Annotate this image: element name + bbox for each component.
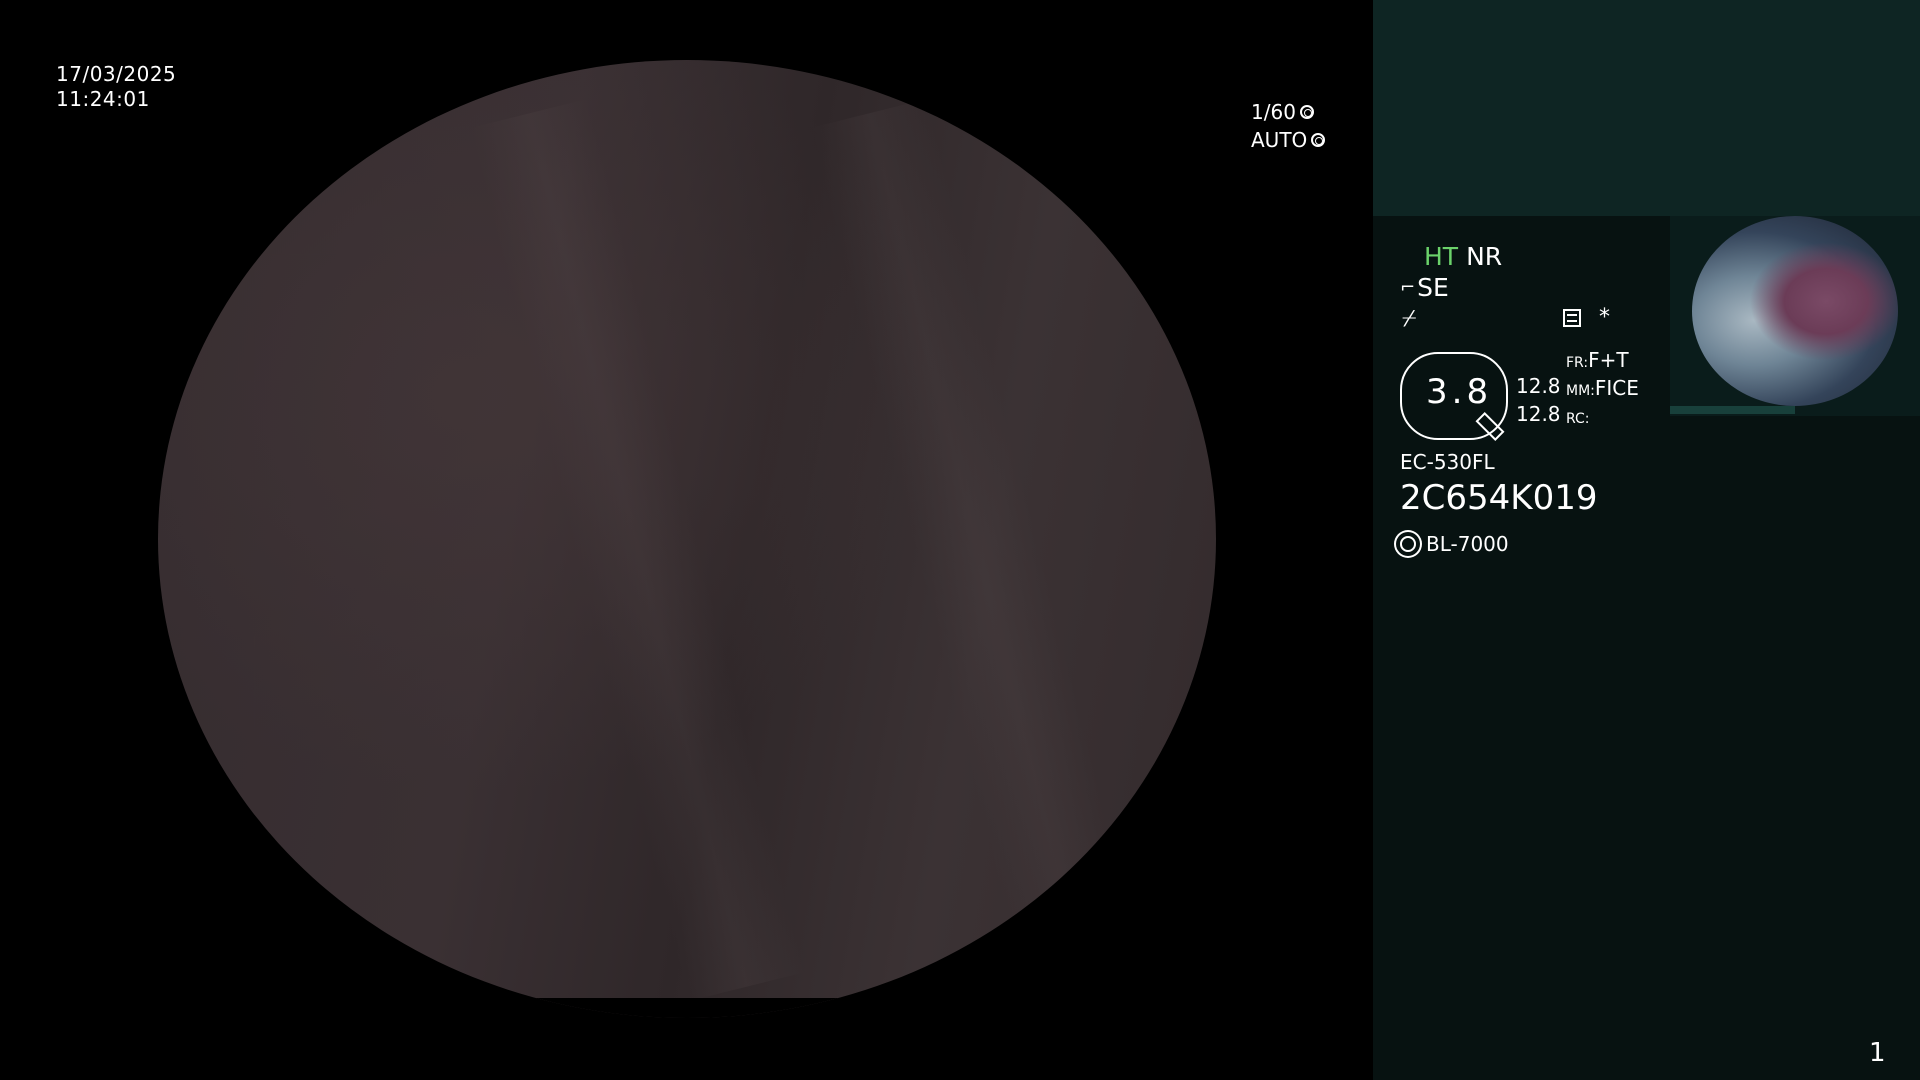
settings-list: FR:F+T MM:FICE RC: bbox=[1566, 348, 1639, 432]
iris-text: AUTO bbox=[1251, 128, 1308, 152]
exposure-info: 1/60 AUTO bbox=[1251, 98, 1326, 154]
scope-serial: 2C654K019 bbox=[1400, 478, 1598, 518]
status-icons: * bbox=[1563, 305, 1610, 330]
shutter-icon bbox=[1299, 105, 1314, 119]
endoscope-image bbox=[158, 60, 1216, 1018]
setting-rc: RC: bbox=[1566, 411, 1590, 427]
processing-modes: HT NR bbox=[1424, 242, 1502, 271]
thumbnail-preview[interactable] bbox=[1670, 216, 1920, 416]
iris-icon bbox=[1311, 133, 1326, 147]
info-panel-top bbox=[1373, 0, 1920, 216]
setting-fr: FR:F+T bbox=[1566, 348, 1629, 372]
light-source: BL-7000 bbox=[1400, 532, 1509, 556]
tissue-fold bbox=[810, 98, 1146, 1002]
time-text: 11:24:01 bbox=[56, 87, 150, 111]
zoom-value: 3.8 bbox=[1426, 372, 1493, 412]
asterisk-icon: * bbox=[1599, 305, 1610, 330]
ht-mode: HT bbox=[1424, 242, 1459, 271]
datetime: 17/03/2025 11:24:01 bbox=[56, 62, 176, 112]
shutter-text: 1/60 bbox=[1251, 100, 1296, 124]
zoom-number: 12.8 bbox=[1516, 402, 1561, 426]
enhance-icon: ⌐ bbox=[1400, 277, 1416, 298]
page-number: 1 bbox=[1869, 1038, 1886, 1068]
slash-symbol: ⌿ bbox=[1402, 304, 1417, 332]
tissue-fold bbox=[470, 98, 806, 1002]
date-text: 17/03/2025 bbox=[56, 62, 177, 86]
nr-mode: NR bbox=[1466, 242, 1503, 271]
light-source-text: BL-7000 bbox=[1426, 532, 1509, 556]
zoom-number: 12.8 bbox=[1516, 374, 1561, 398]
zoom-numbers: 12.8 12.8 bbox=[1516, 372, 1561, 428]
scope-model: EC-530FL bbox=[1400, 450, 1495, 474]
light-icon bbox=[1400, 536, 1416, 552]
enhance-text: SE bbox=[1417, 273, 1449, 302]
menu-icon bbox=[1563, 308, 1581, 327]
setting-mm: MM:FICE bbox=[1566, 376, 1639, 400]
enhance-line: ⌐ SE bbox=[1400, 273, 1449, 302]
thumbnail-bar bbox=[1670, 406, 1795, 414]
thumbnail-image bbox=[1692, 216, 1898, 406]
